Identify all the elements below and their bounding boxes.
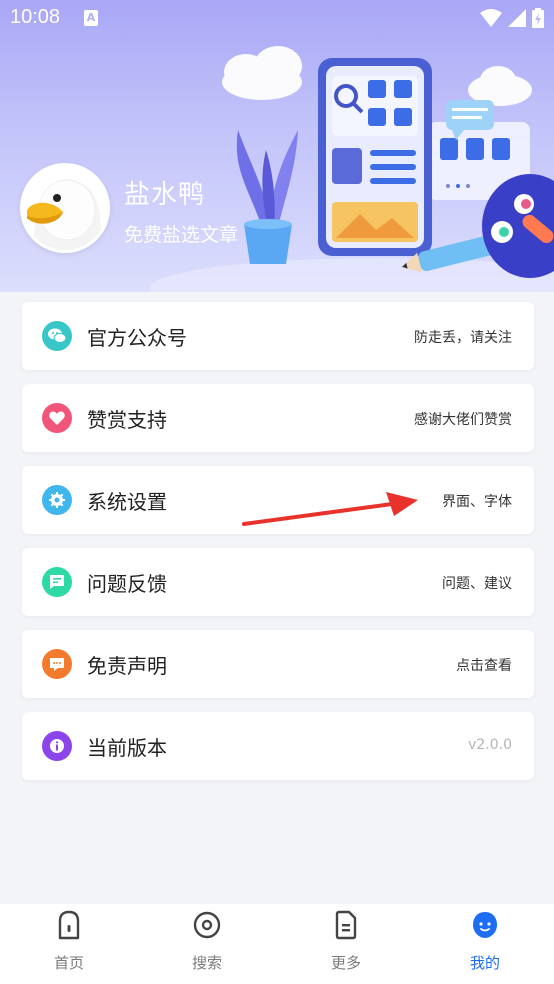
nav-item-home[interactable]: 首页 xyxy=(0,904,138,984)
profile-header: 10:08 A 盐水鸭 免费盐选文章 xyxy=(0,0,554,292)
message-icon xyxy=(42,567,72,597)
menu-item-official-account[interactable]: 官方公众号 防走丢，请关注 xyxy=(22,302,534,370)
bottom-nav: 首页 搜索 更多 我的 xyxy=(0,904,554,984)
search-icon xyxy=(193,911,221,939)
chat-icon xyxy=(42,649,72,679)
status-time: 10:08 xyxy=(10,6,61,28)
nav-label: 首页 xyxy=(53,954,84,972)
duck-avatar-icon xyxy=(23,166,107,250)
gear-icon xyxy=(42,485,72,515)
more-icon xyxy=(335,910,357,940)
heart-icon xyxy=(42,403,72,433)
user-name: 盐水鸭 xyxy=(124,180,206,210)
battery-icon xyxy=(532,8,544,28)
home-icon xyxy=(58,910,80,940)
menu-item-label: 当前版本 xyxy=(87,736,167,760)
status-bar: 10:08 A xyxy=(0,0,554,38)
menu-item-hint: 问题、建议 xyxy=(442,576,512,592)
wifi-icon xyxy=(480,9,502,27)
menu-item-label: 问题反馈 xyxy=(87,572,167,596)
annotation-arrow-icon xyxy=(242,492,418,526)
menu-item-hint: 防走丢，请关注 xyxy=(414,330,512,346)
menu-item-label: 系统设置 xyxy=(87,490,167,514)
menu-item-hint: 感谢大佬们赞赏 xyxy=(414,412,512,428)
menu-list: 官方公众号 防走丢，请关注 赞赏支持 感谢大佬们赞赏 系统设置 界面、字体 问题… xyxy=(0,292,554,902)
nav-label: 搜索 xyxy=(191,954,222,972)
menu-item-hint: 点击查看 xyxy=(456,658,512,674)
avatar[interactable] xyxy=(20,163,110,253)
menu-item-version[interactable]: 当前版本 v2.0.0 xyxy=(22,712,534,780)
notification-icon: A xyxy=(84,10,98,26)
menu-item-label: 免责声明 xyxy=(87,654,167,678)
profile-icon xyxy=(473,912,497,938)
nav-label: 我的 xyxy=(469,954,500,972)
nav-item-search[interactable]: 搜索 xyxy=(138,904,276,984)
user-subtitle: 免费盐选文章 xyxy=(124,224,239,246)
nav-item-more[interactable]: 更多 xyxy=(277,904,415,984)
menu-item-feedback[interactable]: 问题反馈 问题、建议 xyxy=(22,548,534,616)
signal-icon xyxy=(508,9,526,27)
menu-item-disclaimer[interactable]: 免责声明 点击查看 xyxy=(22,630,534,698)
menu-item-label: 官方公众号 xyxy=(87,326,187,350)
menu-item-label: 赞赏支持 xyxy=(87,408,167,432)
menu-item-hint: 界面、字体 xyxy=(442,494,512,510)
version-text: v2.0.0 xyxy=(468,737,512,753)
menu-item-support[interactable]: 赞赏支持 感谢大佬们赞赏 xyxy=(22,384,534,452)
wechat-icon xyxy=(42,321,72,351)
nav-item-profile[interactable]: 我的 xyxy=(416,904,554,984)
info-icon xyxy=(42,731,72,761)
nav-label: 更多 xyxy=(330,954,361,972)
